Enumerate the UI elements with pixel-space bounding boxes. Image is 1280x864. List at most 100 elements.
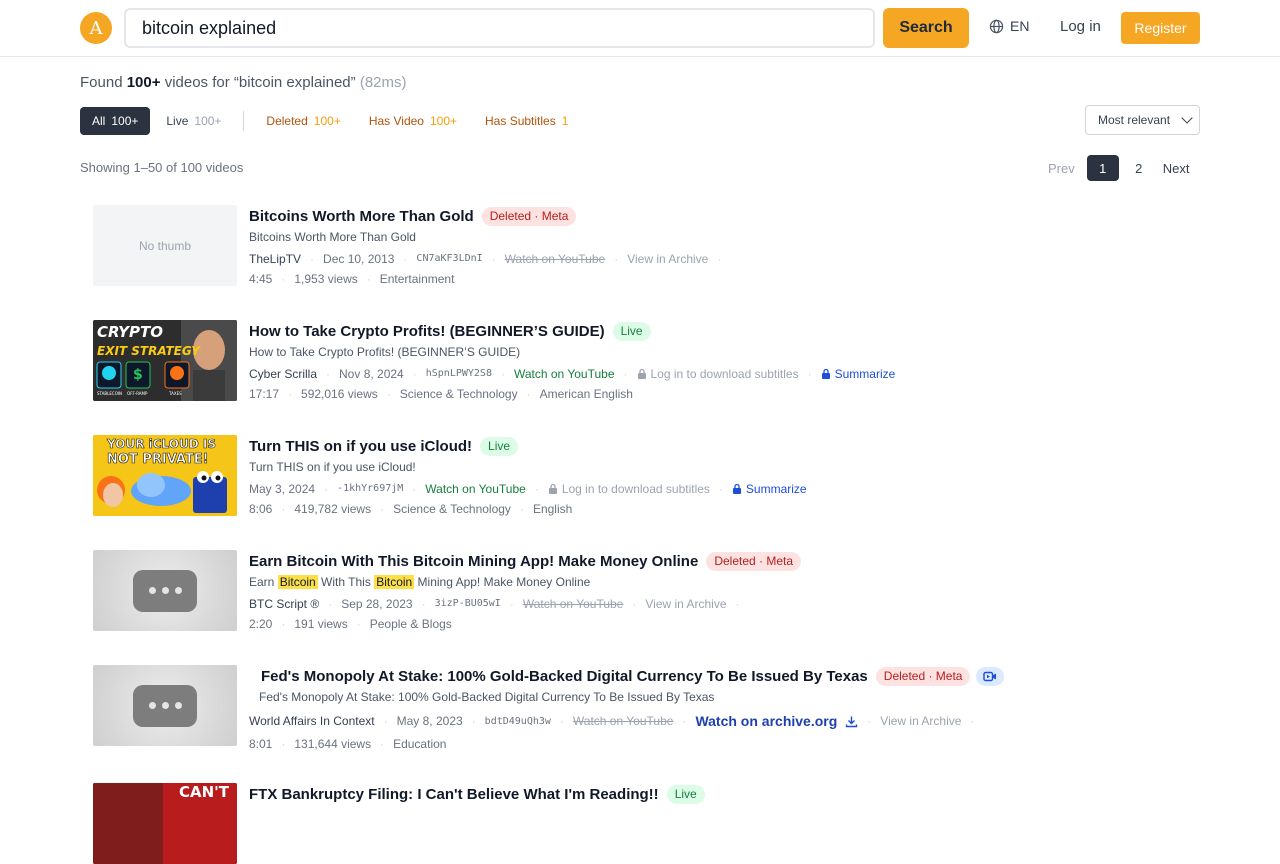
summarize-button[interactable]: Summarize: [732, 482, 807, 496]
chevron-down-icon: [1181, 112, 1193, 124]
video-title[interactable]: Fed's Monopoly At Stake: 100% Gold-Backe…: [261, 668, 868, 685]
video-title[interactable]: Earn Bitcoin With This Bitcoin Mining Ap…: [249, 553, 698, 570]
filter-count: 1: [561, 114, 569, 128]
youtube-link[interactable]: Watch on YouTube: [505, 252, 606, 266]
separator: ·: [970, 714, 975, 728]
separator: ·: [718, 481, 723, 496]
video-thumbnail[interactable]: CAN'T: [93, 783, 237, 864]
summarize-button[interactable]: Summarize: [821, 367, 895, 381]
youtube-link[interactable]: Watch on YouTube: [514, 367, 615, 381]
video-id: 3izP-BU05wI: [434, 598, 501, 609]
filter-count: 100+: [429, 114, 458, 128]
youtube-link[interactable]: Watch on YouTube: [573, 714, 674, 728]
video-thumbnail[interactable]: [93, 665, 237, 746]
crypto-thumbnail-art: CRYPTO EXIT STRATEGY $ STABLECOIN OFF-RA…: [93, 320, 237, 401]
lock-icon: [732, 483, 741, 494]
prev-page-button[interactable]: Prev: [1040, 155, 1083, 181]
separator: ·: [614, 251, 619, 266]
download-icon[interactable]: [845, 715, 858, 728]
video-title[interactable]: How to Take Crypto Profits! (BEGINNER’S …: [249, 323, 605, 340]
lock-icon: [821, 368, 830, 379]
separator: ·: [356, 616, 361, 631]
channel-link[interactable]: TheLipTV: [249, 252, 301, 266]
filter-has-subtitles[interactable]: Has Subtitles 1: [473, 107, 580, 135]
filter-deleted[interactable]: Deleted 100+: [254, 107, 352, 135]
separator: ·: [366, 271, 371, 286]
status-badge: Live: [666, 784, 705, 804]
duration: 2:20: [249, 616, 273, 631]
separator: ·: [471, 714, 476, 728]
summary-prefix: Found: [80, 74, 123, 91]
language: American English: [539, 386, 633, 401]
status-badge: Deleted · Meta: [481, 206, 577, 226]
language-selector[interactable]: EN: [989, 18, 1029, 34]
login-link[interactable]: Log in: [1060, 18, 1101, 35]
next-page-button[interactable]: Next: [1155, 155, 1198, 181]
search-input[interactable]: bitcoin explained: [124, 8, 875, 48]
icloud-thumbnail-art: YOUR iCLOUD IS NOT PRIVATE!: [93, 435, 237, 516]
more-dots-icon: [133, 684, 197, 727]
filter-divider: [243, 111, 245, 131]
svg-text:$: $: [133, 367, 143, 383]
filter-label: Live: [166, 114, 189, 128]
separator: ·: [281, 271, 286, 286]
video-description: Turn THIS on if you use iCloud!: [249, 460, 416, 474]
archive-link[interactable]: View in Archive: [645, 597, 726, 611]
summarize-label: Summarize: [745, 481, 807, 496]
video-thumbnail[interactable]: No thumb: [93, 205, 237, 286]
separator: ·: [281, 501, 286, 516]
youtube-link[interactable]: Watch on YouTube: [523, 597, 624, 611]
lock-icon: [637, 368, 646, 379]
filter-all[interactable]: All 100+: [80, 107, 151, 135]
status-badge: Deleted · Meta: [875, 666, 971, 686]
video-id: hSpnLPWY2S8: [425, 368, 492, 379]
separator: ·: [380, 501, 385, 516]
page-1-button[interactable]: 1: [1086, 155, 1119, 181]
download-subtitles-link[interactable]: Log in to download subtitles: [548, 482, 710, 496]
register-button[interactable]: Register: [1121, 12, 1200, 44]
video-thumbnail[interactable]: [93, 550, 237, 631]
video-thumbnail[interactable]: YOUR iCLOUD IS NOT PRIVATE!: [93, 435, 237, 516]
channel-link[interactable]: BTC Script ®: [249, 597, 319, 611]
filter-live[interactable]: Live 100+: [154, 107, 233, 135]
globe-icon: [989, 19, 1004, 33]
video-title[interactable]: Bitcoins Worth More Than Gold: [249, 208, 474, 225]
youtube-link[interactable]: Watch on YouTube: [425, 482, 526, 496]
separator: ·: [326, 366, 331, 381]
separator: ·: [500, 366, 505, 381]
channel-link[interactable]: Cyber Scrilla: [249, 367, 317, 381]
upload-date: May 8, 2023: [396, 714, 463, 728]
archive-link[interactable]: View in Archive: [627, 252, 708, 266]
download-subtitles-link[interactable]: Log in to download subtitles: [637, 367, 799, 381]
filter-has-video[interactable]: Has Video 100+: [357, 107, 469, 135]
separator: ·: [328, 596, 333, 611]
archive-link[interactable]: View in Archive: [880, 714, 961, 728]
separator: ·: [288, 386, 293, 401]
separator: ·: [807, 366, 812, 381]
pagination: Prev 1 2 Next: [1040, 155, 1197, 181]
separator: ·: [380, 736, 385, 751]
video-title[interactable]: Turn THIS on if you use iCloud!: [249, 438, 472, 455]
separator: ·: [412, 481, 417, 496]
top-bar: A bitcoin explained Search EN Log in Reg…: [0, 0, 1280, 57]
archive-org-link[interactable]: Watch on archive.org: [695, 713, 837, 729]
separator: ·: [324, 481, 329, 496]
sort-select[interactable]: Most relevant: [1085, 105, 1200, 135]
duration: 17:17: [249, 386, 280, 401]
logo-icon[interactable]: A: [80, 12, 112, 44]
sort-selected-value: Most relevant: [1098, 113, 1171, 127]
video-description: Bitcoins Worth More Than Gold: [249, 230, 416, 244]
subtitles-label: Log in to download subtitles: [561, 481, 710, 496]
search-button[interactable]: Search: [883, 8, 969, 48]
channel-link[interactable]: World Affairs In Context: [249, 714, 375, 728]
view-count: 131,644 views: [294, 736, 372, 751]
page-2-button[interactable]: 2: [1123, 155, 1155, 181]
summary-mid: videos for: [164, 74, 230, 91]
video-thumbnail[interactable]: CRYPTO EXIT STRATEGY $ STABLECOIN OFF-RA…: [93, 320, 237, 401]
summary-count: 100+: [126, 74, 161, 91]
video-id: bdtD49uQh3w: [484, 715, 551, 727]
separator: ·: [509, 596, 514, 611]
thumb-line1: CRYPTO: [97, 323, 163, 341]
separator: ·: [421, 596, 426, 611]
separator: ·: [281, 736, 286, 751]
